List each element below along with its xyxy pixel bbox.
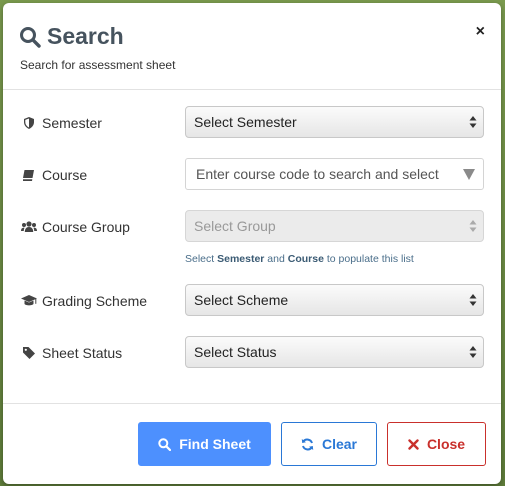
sheet-status-label-text: Sheet Status xyxy=(42,345,123,361)
close-label: Close xyxy=(426,436,466,452)
shield-icon xyxy=(21,117,37,129)
find-sheet-button[interactable]: Find Sheet xyxy=(138,422,271,466)
sheet-status-select-value: Select Status xyxy=(194,344,277,360)
course-group-help-text: Select Semester and Course to populate t… xyxy=(185,253,414,265)
close-icon[interactable]: × xyxy=(476,21,485,43)
course-label-text: Course xyxy=(42,167,88,183)
help-prefix: Select xyxy=(185,253,218,265)
book-icon xyxy=(21,169,37,181)
semester-label-text: Semester xyxy=(42,115,102,131)
help-semester: Semester xyxy=(217,253,265,265)
course-group-label: Course Group xyxy=(21,219,130,235)
users-icon xyxy=(21,221,37,233)
dropdown-triangle-icon xyxy=(463,169,475,180)
semester-label: Semester xyxy=(21,115,102,131)
course-label: Course xyxy=(21,167,87,183)
grading-scheme-label-text: Grading Scheme xyxy=(42,293,148,309)
search-icon xyxy=(158,437,172,451)
tag-icon xyxy=(21,347,37,359)
clear-label: Clear xyxy=(321,436,358,452)
find-sheet-label: Find Sheet xyxy=(179,436,251,452)
course-search-input[interactable]: Enter course code to search and select xyxy=(185,158,484,190)
graduation-cap-icon xyxy=(21,295,37,307)
help-course: Course xyxy=(287,253,324,265)
modal-title-row: Search xyxy=(19,23,124,50)
course-group-select: Select Group xyxy=(185,210,484,242)
semester-select[interactable]: Select Semester xyxy=(185,106,484,138)
modal-header: Search Search for assessment sheet × xyxy=(3,3,501,90)
sheet-status-label: Sheet Status xyxy=(21,345,122,361)
clear-button[interactable]: Clear xyxy=(281,422,377,466)
course-group-select-value: Select Group xyxy=(194,218,276,234)
select-caret-icon xyxy=(469,220,477,232)
close-icon xyxy=(408,438,419,450)
help-suffix: to populate this list xyxy=(323,253,414,265)
select-caret-icon xyxy=(469,116,477,128)
modal-footer: Find Sheet Clear Close xyxy=(3,403,501,484)
select-caret-icon xyxy=(469,294,477,306)
grading-scheme-select-value: Select Scheme xyxy=(194,292,289,308)
help-and: and xyxy=(264,253,288,265)
modal-title: Search xyxy=(47,23,124,49)
modal-subtitle: Search for assessment sheet xyxy=(20,58,176,72)
course-group-label-text: Course Group xyxy=(42,219,130,235)
sheet-status-select[interactable]: Select Status xyxy=(185,336,484,368)
search-modal: Search Search for assessment sheet × Sem… xyxy=(3,3,501,484)
semester-select-value: Select Semester xyxy=(194,114,297,130)
search-icon xyxy=(20,26,41,48)
refresh-icon xyxy=(301,438,314,450)
select-caret-icon xyxy=(469,346,477,358)
grading-scheme-label: Grading Scheme xyxy=(21,293,147,309)
close-button[interactable]: Close xyxy=(387,422,486,466)
course-input-placeholder: Enter course code to search and select xyxy=(196,166,439,182)
grading-scheme-select[interactable]: Select Scheme xyxy=(185,284,484,316)
